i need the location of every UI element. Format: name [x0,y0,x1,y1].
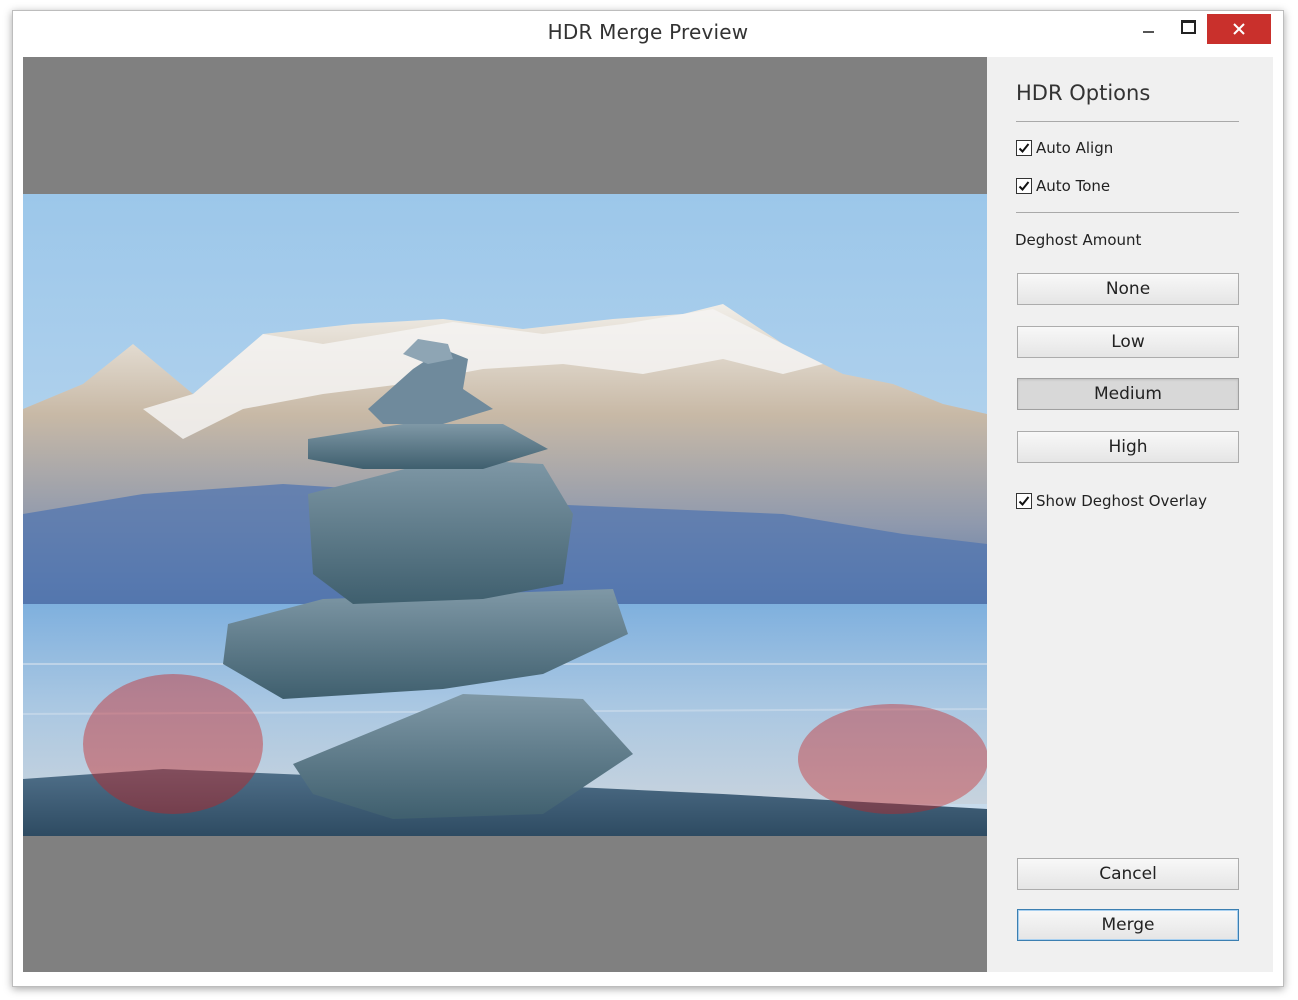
divider [1016,121,1239,122]
deghost-medium-button[interactable]: Medium [1017,378,1239,410]
minimize-icon [1142,31,1154,33]
preview-image [23,194,987,836]
checkbox-box[interactable] [1016,493,1032,509]
divider [1016,212,1239,213]
cancel-button[interactable]: Cancel [1017,858,1239,890]
checkmark-icon [1018,143,1030,153]
options-panel: HDR Options Auto Align Auto Tone Deghost… [987,57,1273,972]
deghost-none-button[interactable]: None [1017,273,1239,305]
deghost-amount-label: Deghost Amount [1015,231,1142,249]
preview-area [23,57,987,972]
close-icon [1233,23,1245,35]
window-title: HDR Merge Preview [547,20,749,44]
checkmark-icon [1018,181,1030,191]
minimize-button[interactable] [1128,14,1168,44]
checkbox-box[interactable] [1016,140,1032,156]
merge-button[interactable]: Merge [1017,909,1239,941]
title-bar[interactable]: HDR Merge Preview [13,11,1283,57]
show-deghost-overlay-label: Show Deghost Overlay [1036,492,1208,510]
auto-align-label: Auto Align [1036,139,1114,157]
deghost-high-button[interactable]: High [1017,431,1239,463]
panel-title: HDR Options [1016,81,1151,105]
maximize-icon [1180,20,1196,34]
auto-align-checkbox[interactable]: Auto Align [1016,139,1113,157]
checkmark-icon [1018,496,1030,506]
deghost-low-button[interactable]: Low [1017,326,1239,358]
close-button[interactable] [1207,14,1271,44]
auto-tone-checkbox[interactable]: Auto Tone [1016,177,1110,195]
auto-tone-label: Auto Tone [1036,177,1111,195]
maximize-button[interactable] [1168,14,1208,44]
checkbox-box[interactable] [1016,178,1032,194]
hdr-merge-dialog: HDR Merge Preview HDR Options Auto Align… [12,10,1284,987]
show-deghost-overlay-checkbox[interactable]: Show Deghost Overlay [1016,492,1207,510]
